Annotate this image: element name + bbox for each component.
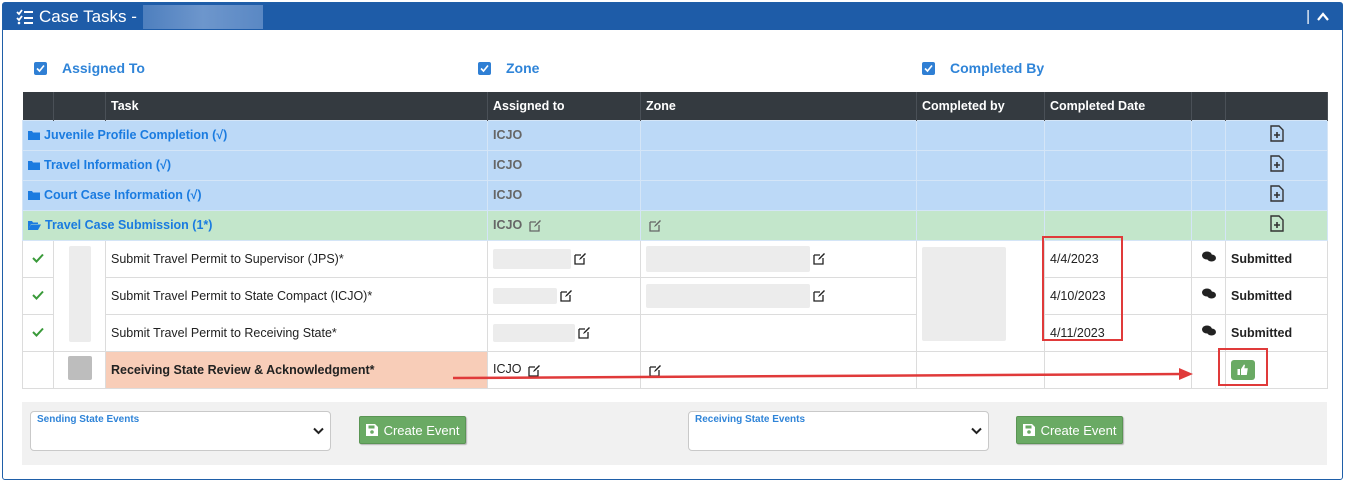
create-event-label: Create Event bbox=[1040, 422, 1117, 438]
redacted-thumbnail bbox=[67, 356, 92, 380]
col-header-completed-by[interactable]: Completed by bbox=[916, 92, 1045, 120]
folder-icon bbox=[28, 131, 40, 140]
panel-header: Case Tasks - | bbox=[3, 3, 1342, 30]
header-separator: | bbox=[1306, 8, 1310, 25]
folder-assigned: ICJO bbox=[493, 217, 523, 232]
create-event-button[interactable]: Create Event bbox=[1016, 416, 1123, 444]
add-file-icon[interactable] bbox=[1269, 125, 1284, 142]
add-file-icon[interactable] bbox=[1269, 185, 1284, 202]
checkbox-checked-icon[interactable] bbox=[922, 61, 935, 75]
filter-label: Completed By bbox=[950, 60, 1045, 76]
edit-icon[interactable] bbox=[813, 252, 826, 265]
comments-icon[interactable] bbox=[1201, 288, 1216, 300]
select-label: Sending State Events bbox=[37, 414, 140, 425]
folder-assigned: ICJO bbox=[493, 128, 523, 142]
folder-label[interactable]: Travel Information (√) bbox=[44, 158, 171, 172]
col-header-zone[interactable]: Zone bbox=[640, 92, 917, 120]
column-filters: Assigned To Zone Completed By bbox=[3, 60, 1342, 82]
panel-title: Case Tasks - bbox=[39, 6, 137, 26]
edit-icon[interactable] bbox=[649, 219, 662, 232]
col-header-completed-date[interactable]: Completed Date bbox=[1044, 92, 1192, 120]
task-list-icon bbox=[16, 8, 33, 24]
chevron-down-icon bbox=[313, 427, 324, 435]
events-bar: Sending State Events Create Event Receiv… bbox=[22, 402, 1327, 465]
add-file-icon[interactable] bbox=[1269, 155, 1284, 172]
checkmark-icon bbox=[32, 327, 44, 337]
checkmark-icon bbox=[32, 253, 44, 263]
save-icon bbox=[365, 424, 378, 436]
table-row[interactable]: Submit Travel Permit to Receiving State*… bbox=[22, 313, 1328, 352]
filter-label: Zone bbox=[506, 60, 540, 76]
folder-label[interactable]: Court Case Information (√) bbox=[44, 188, 202, 202]
chevron-up-icon[interactable] bbox=[1316, 10, 1330, 24]
checkmark-icon bbox=[32, 290, 44, 300]
folder-open-icon bbox=[28, 221, 41, 230]
edit-icon[interactable] bbox=[560, 289, 573, 302]
col-header-status bbox=[1225, 92, 1328, 120]
edit-icon[interactable] bbox=[813, 289, 826, 302]
folder-icon bbox=[28, 191, 40, 200]
comments-icon[interactable] bbox=[1201, 325, 1216, 337]
status-label: Submitted bbox=[1231, 251, 1293, 266]
folder-assigned: ICJO bbox=[493, 158, 523, 172]
redacted-thumbnail bbox=[68, 246, 91, 342]
folder-row[interactable]: Travel Information (√) ICJO bbox=[22, 149, 1328, 181]
add-file-icon[interactable] bbox=[1269, 215, 1284, 232]
redacted-assignee bbox=[493, 287, 557, 304]
task-name[interactable]: Submit Travel Permit to State Compact (I… bbox=[111, 289, 372, 303]
folder-assigned: ICJO bbox=[493, 188, 523, 202]
status-label: Submitted bbox=[1231, 288, 1293, 303]
edit-icon[interactable] bbox=[529, 219, 542, 232]
col-header-check bbox=[22, 92, 54, 120]
case-tasks-panel: Case Tasks - | Assigned To Zone Complete… bbox=[2, 2, 1343, 480]
redacted-assignee bbox=[493, 248, 571, 269]
table-row[interactable]: Submit Travel Permit to State Compact (I… bbox=[22, 276, 1328, 315]
filter-zone[interactable]: Zone bbox=[478, 60, 539, 76]
folder-row[interactable]: Court Case Information (√) ICJO bbox=[22, 179, 1328, 211]
redacted-case-name bbox=[142, 4, 263, 29]
col-header-task[interactable]: Task bbox=[105, 92, 488, 120]
checkbox-checked-icon[interactable] bbox=[34, 61, 47, 75]
date-highlight-box bbox=[1042, 236, 1123, 341]
button-highlight-box bbox=[1218, 348, 1268, 386]
task-name[interactable]: Receiving State Review & Acknowledgment* bbox=[111, 363, 375, 377]
folder-row[interactable]: Juvenile Profile Completion (√) ICJO bbox=[22, 119, 1328, 151]
col-header-assigned[interactable]: Assigned to bbox=[487, 92, 641, 120]
folder-label[interactable]: Travel Case Submission (1*) bbox=[45, 218, 212, 232]
col-header-comments bbox=[1191, 92, 1226, 120]
edit-icon[interactable] bbox=[574, 252, 587, 265]
create-event-button[interactable]: Create Event bbox=[359, 416, 466, 444]
comments-icon[interactable] bbox=[1201, 251, 1216, 263]
folder-label[interactable]: Juvenile Profile Completion (√) bbox=[44, 128, 227, 142]
redacted-completed-by bbox=[922, 247, 1006, 341]
edit-icon[interactable] bbox=[578, 326, 591, 339]
folder-row-open[interactable]: Travel Case Submission (1*) ICJO bbox=[22, 209, 1328, 241]
select-label: Receiving State Events bbox=[695, 414, 806, 425]
table-row[interactable]: Submit Travel Permit to Supervisor (JPS)… bbox=[22, 239, 1328, 352]
redacted-assignee bbox=[493, 323, 575, 342]
redacted-zone bbox=[646, 245, 810, 272]
chevron-down-icon bbox=[971, 427, 982, 435]
filter-completed-by[interactable]: Completed By bbox=[922, 60, 1044, 76]
table-header-row: Task Assigned to Zone Completed by Compl… bbox=[22, 92, 1328, 120]
task-name[interactable]: Submit Travel Permit to Receiving State* bbox=[111, 326, 337, 340]
receiving-state-events-select[interactable]: Receiving State Events bbox=[688, 411, 989, 451]
annotation-arrow bbox=[452, 368, 1193, 380]
col-header-thumb bbox=[53, 92, 106, 120]
task-name[interactable]: Submit Travel Permit to Supervisor (JPS)… bbox=[111, 252, 344, 266]
sending-state-events-select[interactable]: Sending State Events bbox=[30, 411, 331, 451]
tasks-table: Task Assigned to Zone Completed by Compl… bbox=[22, 92, 1328, 389]
redacted-zone bbox=[646, 283, 810, 308]
status-label: Submitted bbox=[1231, 325, 1293, 340]
checkbox-checked-icon[interactable] bbox=[478, 61, 491, 75]
create-event-label: Create Event bbox=[383, 422, 460, 438]
filter-label: Assigned To bbox=[62, 60, 145, 76]
folder-icon bbox=[28, 161, 40, 170]
save-icon bbox=[1022, 424, 1035, 436]
filter-assigned-to[interactable]: Assigned To bbox=[34, 60, 145, 76]
